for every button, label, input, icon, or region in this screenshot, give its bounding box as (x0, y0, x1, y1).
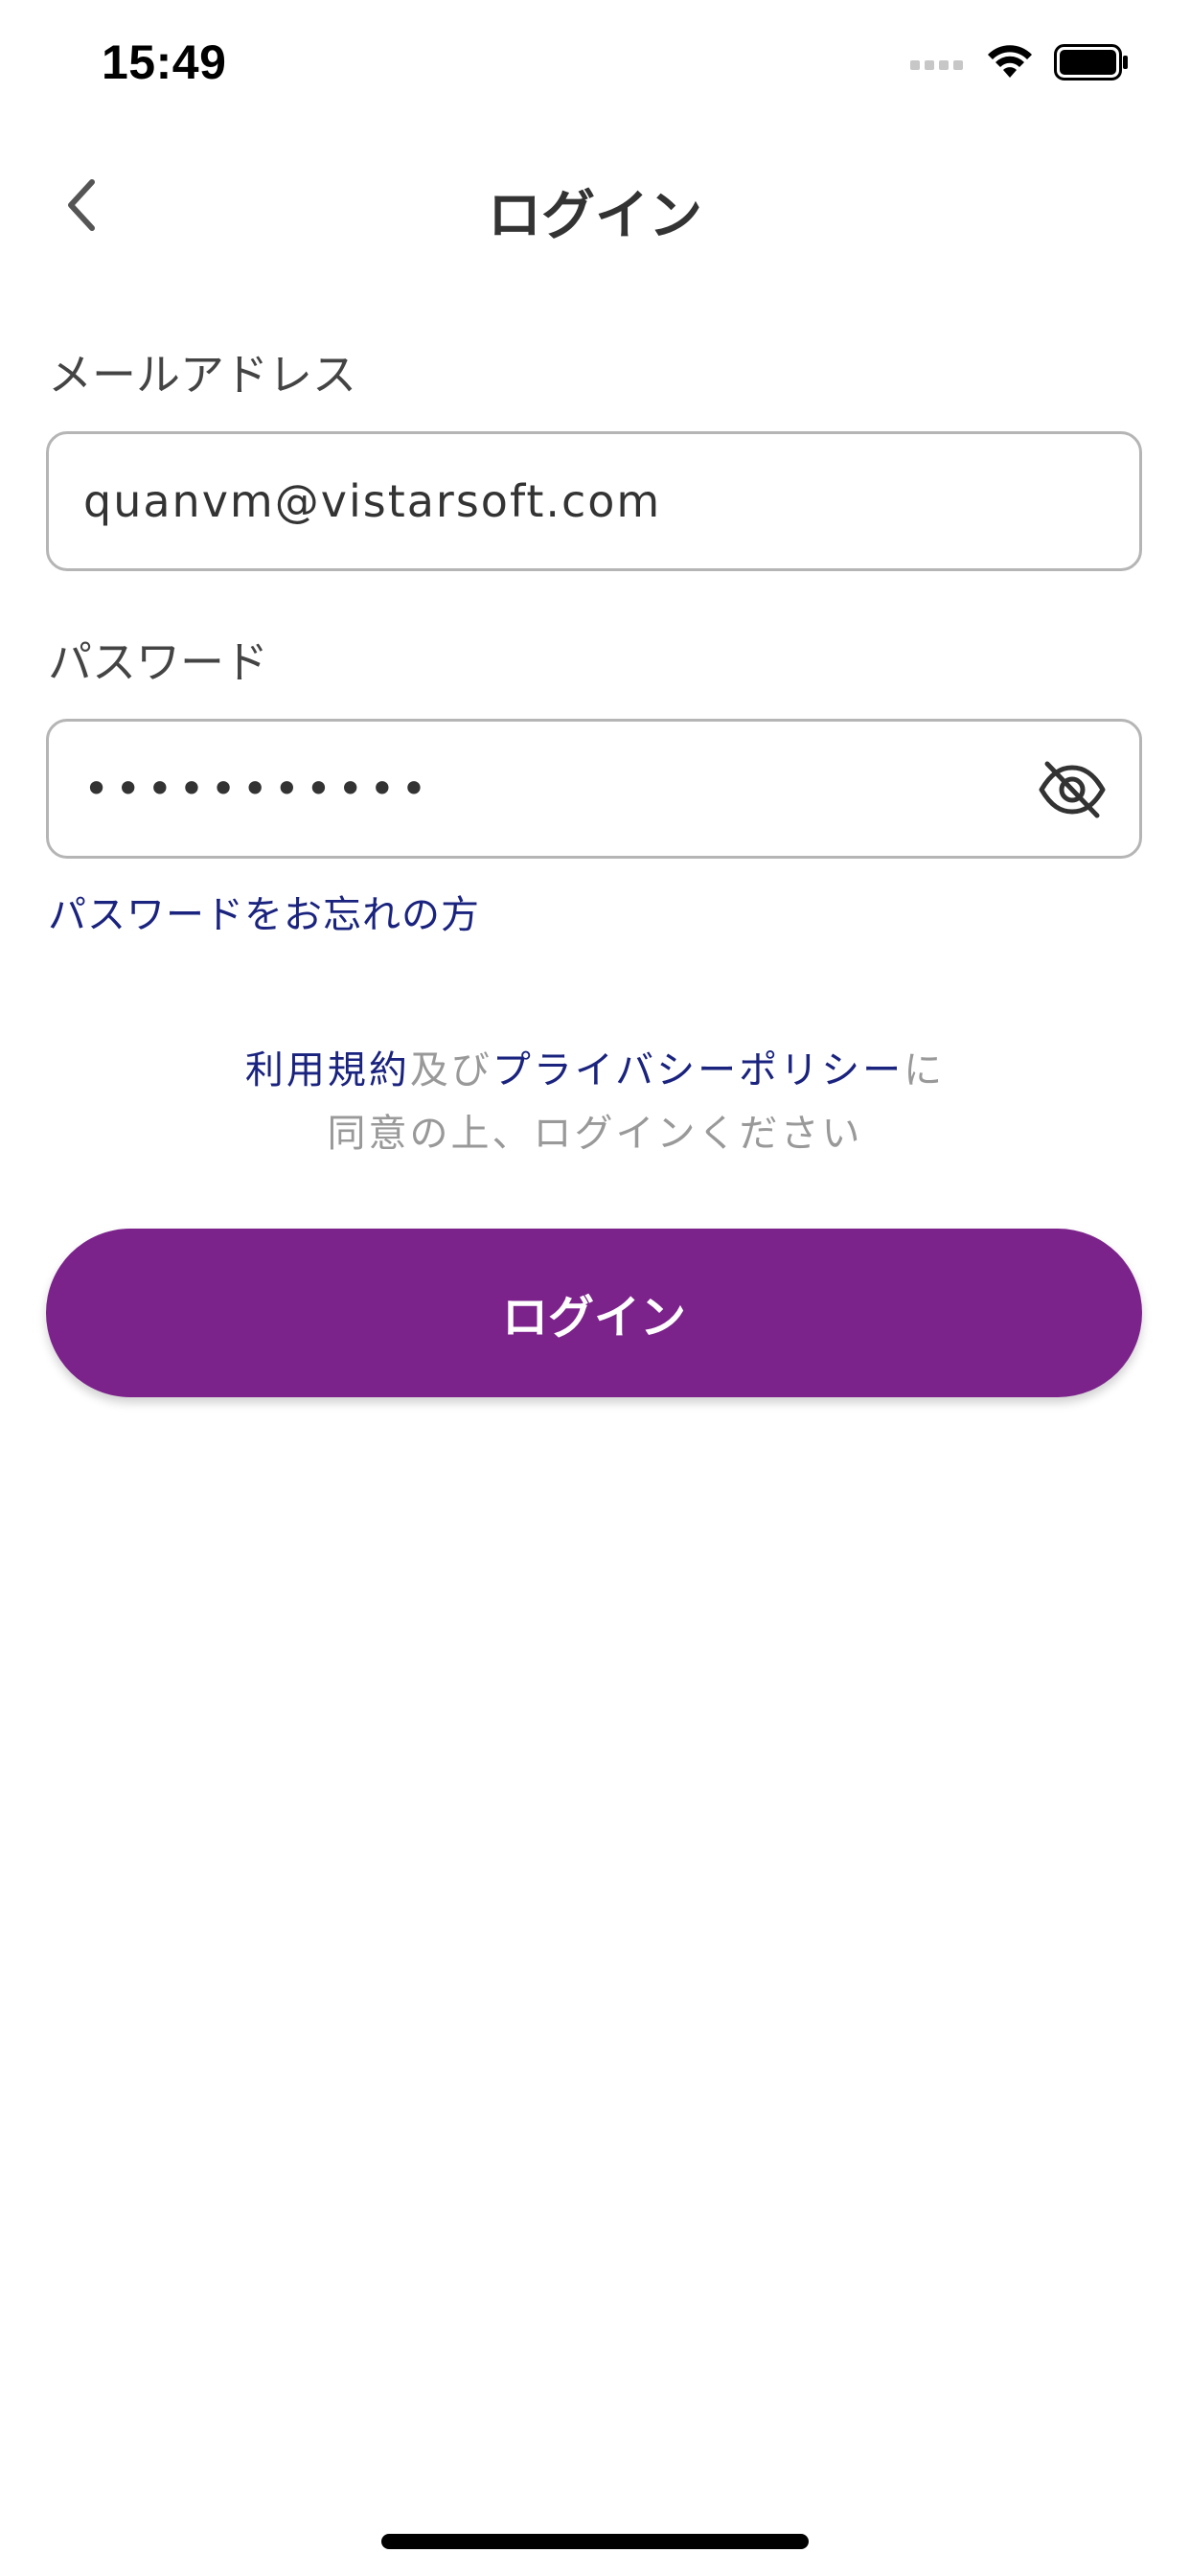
email-label: メールアドレス (48, 349, 356, 401)
header: ログイン (0, 144, 1190, 268)
email-field-box (46, 431, 1142, 571)
forgot-password-link[interactable]: パスワードをお忘れの方 (48, 884, 480, 939)
terms-line-2: 同意の上、ログインください (327, 1112, 863, 1156)
cellular-signal-icon (910, 53, 966, 76)
password-field[interactable] (83, 722, 1022, 856)
home-indicator (381, 2534, 809, 2549)
status-bar: 15:49 (0, 0, 1190, 134)
password-label: パスワード (48, 636, 268, 688)
email-field[interactable] (83, 434, 1022, 568)
status-time: 15:49 (102, 35, 227, 89)
battery-icon (1054, 44, 1129, 84)
terms-line-1: 利用規約及びプライバシーポリシーに (0, 1039, 1190, 1102)
wifi-icon (987, 45, 1033, 83)
eye-off-icon (1038, 761, 1107, 825)
password-visibility-toggle[interactable] (1038, 758, 1107, 821)
terms-particle: に (904, 1048, 946, 1092)
password-field-box (46, 719, 1142, 859)
terms-notice: 利用規約及びプライバシーポリシーに 同意の上、ログインください (0, 1039, 1190, 1165)
status-icons (910, 44, 1129, 84)
terms-conjunction: 及び (409, 1048, 492, 1092)
login-button[interactable]: ログイン (46, 1229, 1142, 1397)
terms-of-service-link[interactable]: 利用規約 (245, 1048, 410, 1092)
privacy-policy-link[interactable]: プライバシーポリシー (492, 1048, 904, 1092)
page-title: ログイン (488, 185, 702, 247)
